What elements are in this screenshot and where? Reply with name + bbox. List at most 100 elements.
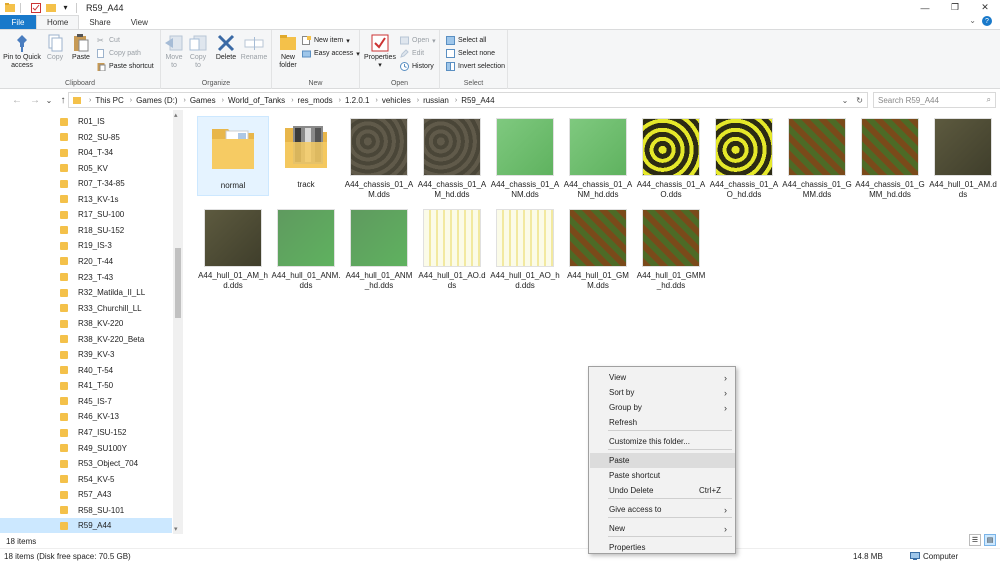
paste-button[interactable]: Paste — [70, 34, 92, 62]
pin-to-quick-access-button[interactable]: Pin to Quick access — [2, 34, 42, 70]
sidebar-item-r38-kv-220-beta[interactable]: R38_KV-220_Beta — [0, 332, 172, 347]
file-item-a44-hull-01-am-dds[interactable]: A44_hull_01_AM.dds — [927, 116, 999, 204]
file-item-a44-chassis-01-anm-dds[interactable]: A44_chassis_01_ANM.dds — [489, 116, 561, 204]
back-button[interactable]: ← — [10, 95, 24, 106]
file-item-a44-chassis-01-am-hd-dds[interactable]: A44_chassis_01_AM_hd.dds — [416, 116, 488, 204]
sidebar-item-r49-su100y[interactable]: R49_SU100Y — [0, 441, 172, 456]
customize-quick-access-icon[interactable]: ▾ — [60, 2, 71, 13]
sidebar-item-r17-su-100[interactable]: R17_SU-100 — [0, 207, 172, 222]
sidebar-item-r47-isu-152[interactable]: R47_ISU-152 — [0, 425, 172, 440]
file-item-a44-hull-01-anm-dds[interactable]: A44_hull_01_ANM.dds — [270, 207, 342, 295]
breadcrumb-version[interactable]: 1.2.0.1 — [345, 96, 369, 105]
tab-file[interactable]: File — [0, 15, 36, 29]
file-item-track[interactable]: track — [270, 116, 342, 204]
sidebar-item-r04-t-34[interactable]: R04_T-34 — [0, 145, 172, 160]
file-item-a44-chassis-01-anm-hd-dds[interactable]: A44_chassis_01_ANM_hd.dds — [562, 116, 634, 204]
sidebar-item-r40-t-54[interactable]: R40_T-54 — [0, 363, 172, 378]
menu-item-new[interactable]: New › — [590, 521, 735, 536]
sidebar-item-r54-kv-5[interactable]: R54_KV-5 — [0, 472, 172, 487]
scroll-down-icon[interactable]: ▾ — [174, 525, 178, 533]
copy-path-button[interactable]: Copy path — [97, 49, 141, 58]
sidebar-item-r32-matilda-ii-ll[interactable]: R32_Matilda_II_LL — [0, 285, 172, 300]
file-item-a44-hull-01-ao-dds[interactable]: A44_hull_01_AO.dds — [416, 207, 488, 295]
rename-button[interactable]: Rename — [241, 34, 267, 62]
delete-button[interactable]: Delete — [215, 34, 237, 62]
sidebar-scroll-thumb[interactable] — [175, 248, 181, 318]
file-item-a44-chassis-01-ao-dds[interactable]: A44_chassis_01_AO.dds — [635, 116, 707, 204]
file-item-a44-chassis-01-ao-hd-dds[interactable]: A44_chassis_01_AO_hd.dds — [708, 116, 780, 204]
paste-shortcut-button[interactable]: Paste shortcut — [97, 62, 154, 71]
menu-item-properties[interactable]: Properties — [590, 540, 735, 555]
new-folder-quick-icon[interactable] — [45, 2, 56, 13]
recent-locations-button[interactable]: ⌄ — [42, 96, 56, 105]
sidebar-item-r23-t-43[interactable]: R23_T-43 — [0, 270, 172, 285]
file-item-normal[interactable]: normal — [197, 116, 269, 196]
sidebar-item-r20-t-44[interactable]: R20_T-44 — [0, 254, 172, 269]
address-bar[interactable]: › This PC › Games (D:) › Games › World_o… — [68, 92, 868, 108]
menu-item-sort-by[interactable]: Sort by › — [590, 385, 735, 400]
open-button[interactable]: Open ▾ — [400, 36, 436, 45]
menu-item-view[interactable]: View › — [590, 370, 735, 385]
sidebar-item-r53-object-704[interactable]: R53_Object_704 — [0, 456, 172, 471]
menu-item-give-access-to[interactable]: Give access to › — [590, 502, 735, 517]
move-to-button[interactable]: Move to — [163, 34, 185, 70]
sidebar-item-r45-is-7[interactable]: R45_IS-7 — [0, 394, 172, 409]
file-item-a44-chassis-01-gmm-hd-dds[interactable]: A44_chassis_01_GMM_hd.dds — [854, 116, 926, 204]
file-item-a44-hull-01-am-hd-dds[interactable]: A44_hull_01_AM_hd.dds — [197, 207, 269, 295]
menu-item-customize-this-folder[interactable]: Customize this folder... — [590, 434, 735, 449]
help-icon[interactable]: ? — [982, 16, 992, 26]
sidebar-item-r39-kv-3[interactable]: R39_KV-3 — [0, 347, 172, 362]
file-item-a44-hull-01-gmm-hd-dds[interactable]: A44_hull_01_GMM_hd.dds — [635, 207, 707, 295]
sidebar-item-r18-su-152[interactable]: R18_SU-152 — [0, 223, 172, 238]
new-item-button[interactable]: New item ▾ — [302, 36, 350, 45]
copy-button[interactable]: Copy — [44, 34, 66, 62]
sidebar-item-r13-kv-1s[interactable]: R13_KV-1s — [0, 192, 172, 207]
menu-item-group-by[interactable]: Group by › — [590, 400, 735, 415]
select-none-button[interactable]: Select none — [446, 49, 495, 58]
breadcrumb-games[interactable]: Games — [190, 96, 216, 105]
file-item-a44-hull-01-ao-hd-dds[interactable]: A44_hull_01_AO_hd.dds — [489, 207, 561, 295]
breadcrumb-vehicles[interactable]: vehicles — [382, 96, 411, 105]
search-input[interactable]: Search R59_A44 ⌕ — [873, 92, 996, 108]
file-item-a44-hull-01-gmm-dds[interactable]: A44_hull_01_GMM.dds — [562, 207, 634, 295]
large-icons-view-button[interactable]: ▤ — [984, 534, 996, 546]
sidebar-item-r02-su-85[interactable]: R02_SU-85 — [0, 130, 172, 145]
breadcrumb-games-drive[interactable]: Games (D:) — [136, 96, 177, 105]
scroll-up-icon[interactable]: ▴ — [174, 111, 178, 119]
forward-button[interactable]: → — [28, 95, 42, 106]
breadcrumb-res-mods[interactable]: res_mods — [298, 96, 333, 105]
sidebar-item-r59-a44[interactable]: R59_A44 — [0, 518, 172, 534]
file-item-a44-chassis-01-am-dds[interactable]: A44_chassis_01_AM.dds — [343, 116, 415, 204]
collapse-ribbon-icon[interactable]: ⌄ — [969, 16, 976, 26]
file-item-a44-hull-01-anm-hd-dds[interactable]: A44_hull_01_ANM_hd.dds — [343, 207, 415, 295]
select-all-button[interactable]: Select all — [446, 36, 486, 45]
menu-item-undo-delete[interactable]: Undo Delete Ctrl+Z — [590, 483, 735, 498]
invert-selection-button[interactable]: Invert selection — [446, 62, 505, 71]
minimize-button[interactable]: — — [910, 0, 940, 15]
breadcrumb-world-of-tanks[interactable]: World_of_Tanks — [228, 96, 285, 105]
refresh-button[interactable]: ↻ — [856, 96, 863, 105]
sidebar-scrollbar[interactable]: ▴ ▾ — [173, 110, 183, 534]
sidebar-item-r33-churchill-ll[interactable]: R33_Churchill_LL — [0, 301, 172, 316]
sidebar-item-r05-kv[interactable]: R05_KV — [0, 161, 172, 176]
sidebar-item-r46-kv-13[interactable]: R46_KV-13 — [0, 409, 172, 424]
breadcrumb-r59-a44[interactable]: R59_A44 — [461, 96, 494, 105]
close-button[interactable]: ✕ — [970, 0, 1000, 15]
sidebar-item-r07-t-34-85[interactable]: R07_T-34-85 — [0, 176, 172, 191]
details-view-button[interactable]: ☰ — [969, 534, 981, 546]
edit-button[interactable]: Edit — [400, 49, 424, 58]
tab-view[interactable]: View — [121, 15, 158, 29]
breadcrumb-this-pc[interactable]: This PC — [95, 96, 123, 105]
tab-home[interactable]: Home — [36, 15, 80, 29]
easy-access-button[interactable]: Easy access ▾ — [302, 49, 360, 58]
menu-item-paste[interactable]: Paste — [590, 453, 735, 468]
file-item-a44-chassis-01-gmm-dds[interactable]: A44_chassis_01_GMM.dds — [781, 116, 853, 204]
history-button[interactable]: History — [400, 62, 434, 71]
sidebar-item-r38-kv-220[interactable]: R38_KV-220 — [0, 316, 172, 331]
new-folder-button[interactable]: New folder — [276, 34, 300, 70]
address-dropdown-button[interactable]: ⌄ — [842, 96, 849, 105]
sidebar-item-r57-a43[interactable]: R57_A43 — [0, 487, 172, 502]
cut-button[interactable]: ✂ Cut — [97, 36, 120, 45]
sidebar-item-r41-t-50[interactable]: R41_T-50 — [0, 378, 172, 393]
breadcrumb-russian[interactable]: russian — [423, 96, 449, 105]
